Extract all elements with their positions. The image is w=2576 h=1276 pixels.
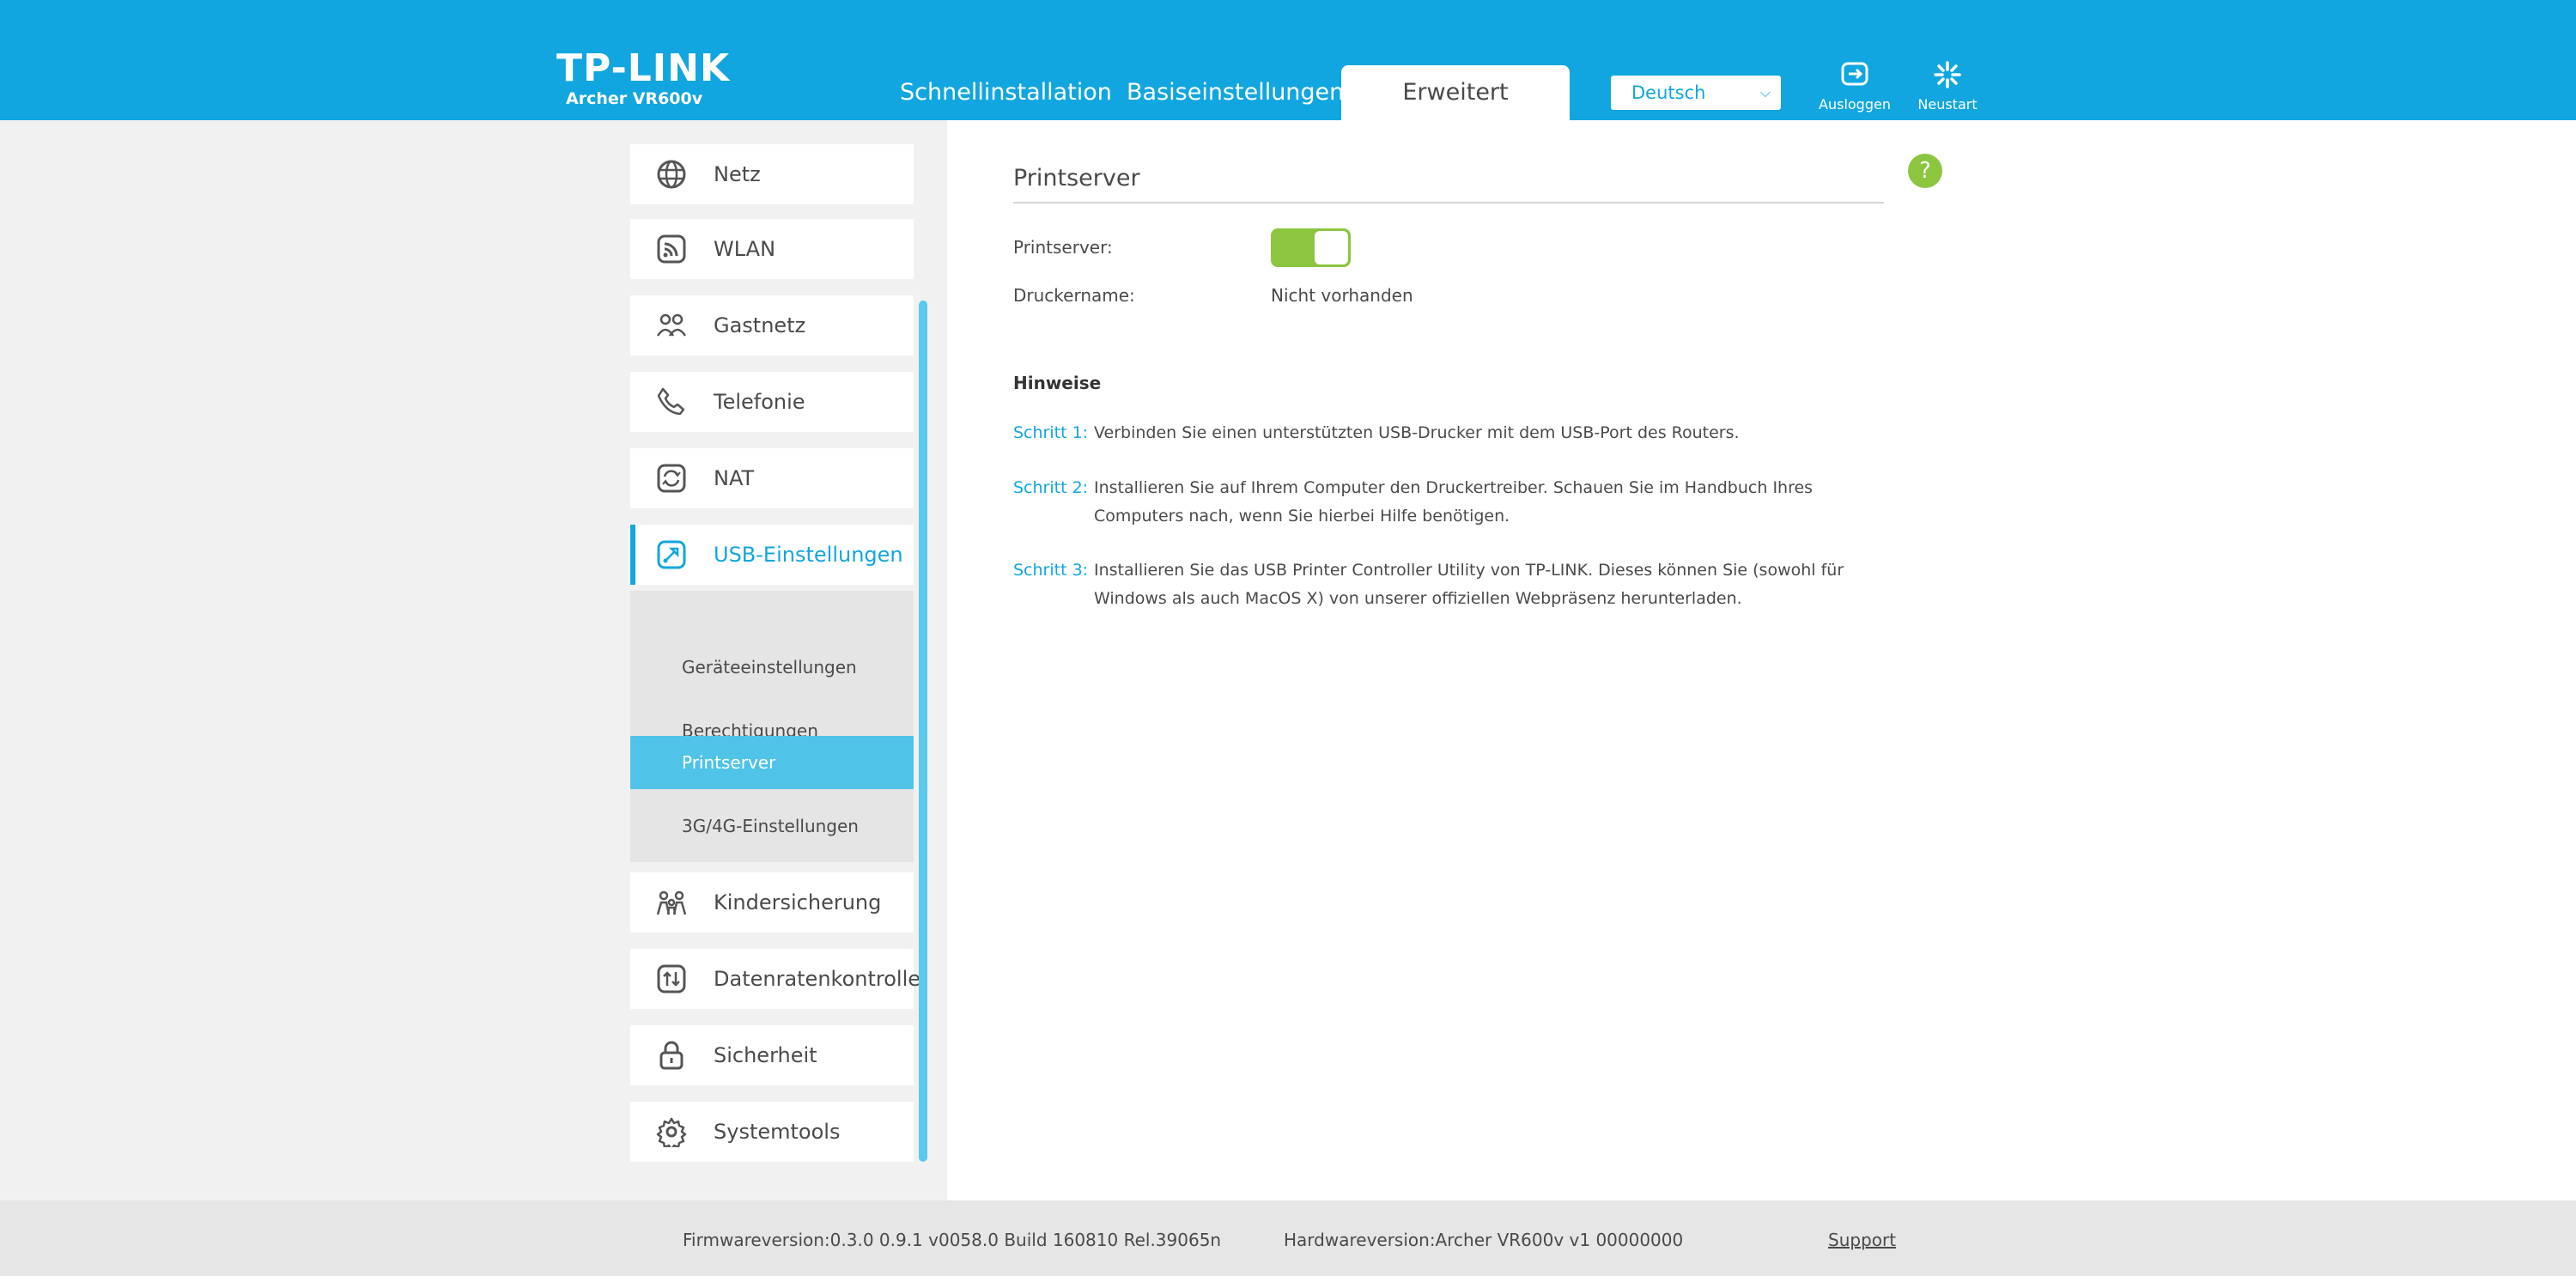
sidebar-item-label: NAT (714, 466, 755, 490)
globe-icon (657, 160, 686, 189)
sidebar-item-nat[interactable]: NAT (630, 448, 914, 508)
sidebar-item-kindersicherung[interactable]: Kindersicherung (630, 872, 914, 933)
submenu-item-3g4g-einstellungen[interactable]: 3G/4G-Einstellungen (630, 799, 914, 853)
logout-icon (1841, 62, 1868, 86)
reboot-button[interactable]: Neustart (1900, 60, 1995, 112)
language-select-value: Deutsch (1631, 82, 1706, 103)
tab-schnellinstallation[interactable]: Schnellinstallation (900, 65, 1112, 120)
hardware-version: Hardwareversion:Archer VR600v v1 0000000… (1284, 1230, 1684, 1250)
printer-name-label: Druckername: (1013, 285, 1135, 306)
step-text: Verbinden Sie einen unterstützten USB-Dr… (1094, 423, 1740, 442)
sidebar-item-usb-einstellungen[interactable]: USB-Einstellungen (630, 525, 914, 585)
reboot-icon (1934, 61, 1961, 88)
sidebar-scrollbar[interactable] (919, 301, 927, 1162)
logout-button[interactable]: Ausloggen (1807, 60, 1902, 112)
sidebar-item-label: Kindersicherung (714, 890, 882, 914)
support-link[interactable]: Support (1828, 1230, 1896, 1250)
step-number: Schritt 1: (1013, 423, 1089, 442)
printserver-toggle[interactable] (1271, 228, 1351, 267)
firmware-version: Firmwareversion:0.3.0 0.9.1 v0058.0 Buil… (683, 1230, 1222, 1250)
step-text: Installieren Sie auf Ihrem Computer den … (1094, 478, 1814, 526)
parental-control-icon (656, 890, 687, 915)
sidebar-item-telefonie[interactable]: Telefonie (630, 372, 914, 432)
reboot-label: Neustart (1917, 96, 1978, 112)
sidebar-item-label: USB-Einstellungen (714, 543, 903, 567)
logout-label: Ausloggen (1819, 96, 1891, 112)
printer-name-value: Nicht vorhanden (1271, 285, 1413, 306)
sidebar-item-label: WLAN (714, 237, 776, 261)
submenu-item-geraeteeinstellungen[interactable]: Geräteeinstellungen (630, 635, 914, 699)
gear-icon (656, 1117, 687, 1147)
nat-icon (657, 464, 686, 493)
page-title: Printserver (1013, 165, 1140, 191)
step-number: Schritt 2: (1013, 478, 1089, 497)
wifi-icon (657, 234, 686, 264)
printserver-label: Printserver: (1013, 237, 1113, 258)
sidebar-item-wlan[interactable]: WLAN (630, 219, 914, 279)
model-name: Archer VR600v (566, 89, 703, 108)
sidebar-item-label: Netz (714, 162, 761, 186)
sidebar-item-sicherheit[interactable]: Sicherheit (630, 1025, 914, 1085)
sidebar-item-label: Sicherheit (714, 1043, 817, 1067)
sidebar-item-gastnetz[interactable]: Gastnetz (630, 295, 914, 355)
sidebar-item-label: Systemtools (714, 1120, 841, 1144)
usb-submenu: Geräteeinstellungen Berechtigungen Print… (630, 591, 914, 862)
sidebar-item-label: Gastnetz (714, 313, 806, 337)
main-content (947, 120, 2576, 1200)
step-number: Schritt 3: (1013, 561, 1089, 580)
lock-icon (659, 1041, 683, 1070)
tab-basiseinstellungen[interactable]: Basiseinstellungen (1127, 65, 1344, 120)
sidebar-item-label: Telefonie (714, 390, 805, 414)
language-select[interactable]: Deutsch ⌵ (1611, 76, 1781, 110)
notes-title: Hinweise (1013, 373, 1102, 393)
submenu-item-printserver[interactable]: Printserver (630, 736, 914, 789)
phone-icon (657, 387, 685, 416)
usb-icon (657, 540, 686, 569)
tp-link-logo: TP-LINK (556, 46, 731, 90)
chevron-down-icon: ⌵ (1759, 84, 1771, 100)
tab-erweitert[interactable]: Erweitert (1341, 65, 1570, 120)
toggle-knob (1315, 231, 1348, 264)
step-text: Installieren Sie das USB Printer Control… (1094, 561, 1844, 608)
sidebar-item-netz[interactable]: Netz (630, 144, 914, 204)
sidebar-item-label: Datenratenkontrolle (714, 967, 921, 991)
title-divider (1013, 202, 1884, 204)
bandwidth-icon (657, 964, 686, 993)
guest-network-icon (656, 313, 687, 337)
sidebar-item-systemtools[interactable]: Systemtools (630, 1102, 914, 1162)
sidebar-item-datenratenkontrolle[interactable]: Datenratenkontrolle (630, 949, 920, 1009)
help-icon[interactable]: ? (1908, 154, 1942, 188)
